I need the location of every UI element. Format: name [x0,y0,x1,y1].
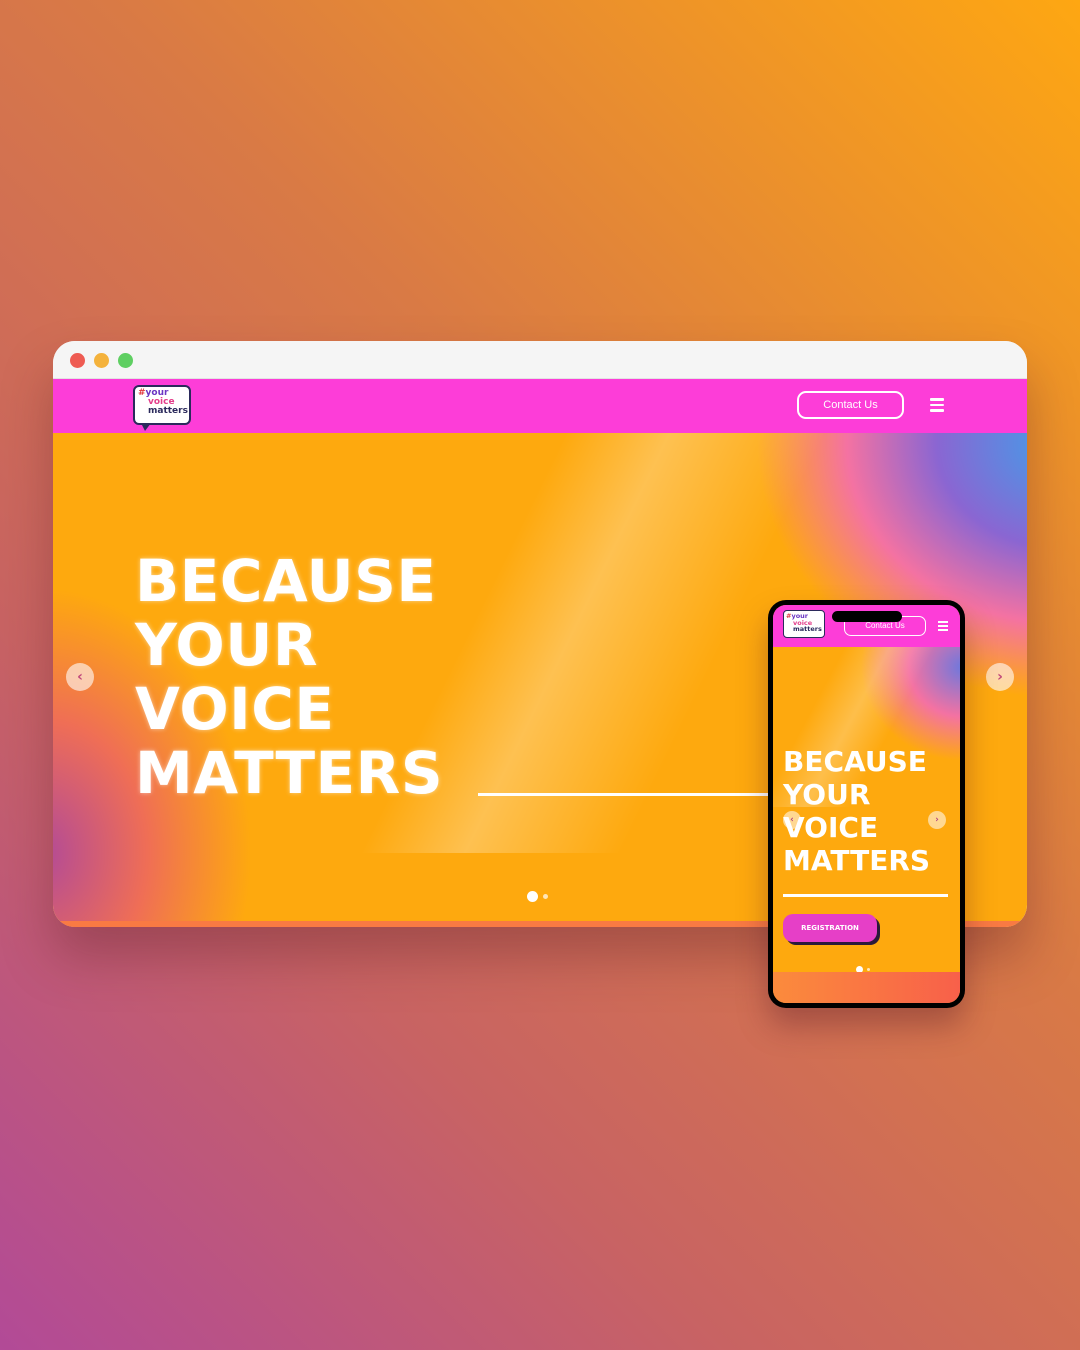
mobile-screen: #your voice matters Contact Us BECAUSE Y… [773,605,960,1003]
contact-us-button[interactable]: Contact Us [797,391,904,419]
chevron-right-icon: › [935,815,939,825]
hero-title: BECAUSE YOUR VOICE MATTERS [135,547,444,807]
slider-pagination [527,886,548,905]
slider-prev-button[interactable]: ‹ [66,663,94,691]
mobile-slider-dot-2[interactable] [867,968,870,971]
registration-button[interactable]: REGISTRATION [783,914,877,942]
slider-dot-1[interactable] [527,891,538,902]
slider-next-button[interactable]: › [986,663,1014,691]
site-navbar: #your voice matters Contact Us [53,379,1027,433]
mobile-site-logo[interactable]: #your voice matters [783,610,825,638]
mobile-hero: BECAUSE YOUR VOICE MATTERS ‹ › REGISTRAT… [773,607,960,973]
mobile-hero-title: BECAUSE YOUR VOICE MATTERS [783,745,931,877]
maximize-window-button[interactable] [118,353,133,368]
chevron-right-icon: › [997,669,1003,685]
chevron-left-icon: ‹ [77,669,83,685]
mobile-slider-next-button[interactable]: › [928,811,946,829]
mobile-phone-mockup: #your voice matters Contact Us BECAUSE Y… [768,600,965,1008]
mobile-logo-wordmark: #your voice matters [786,612,822,633]
browser-title-bar [53,341,1027,379]
site-logo[interactable]: #your voice matters [133,385,191,431]
mobile-slider-prev-button[interactable]: ‹ [783,811,801,829]
minimize-window-button[interactable] [94,353,109,368]
hero-divider-line [478,793,818,796]
phone-notch [832,611,902,622]
mobile-footer-strip [773,972,960,1003]
logo-wordmark: #your voice matters [138,388,188,416]
hamburger-menu-icon[interactable] [930,398,944,412]
mobile-hero-divider [783,894,948,897]
mobile-hamburger-menu-icon[interactable] [938,621,948,631]
close-window-button[interactable] [70,353,85,368]
slider-dot-2[interactable] [543,894,548,899]
chevron-left-icon: ‹ [790,815,794,825]
